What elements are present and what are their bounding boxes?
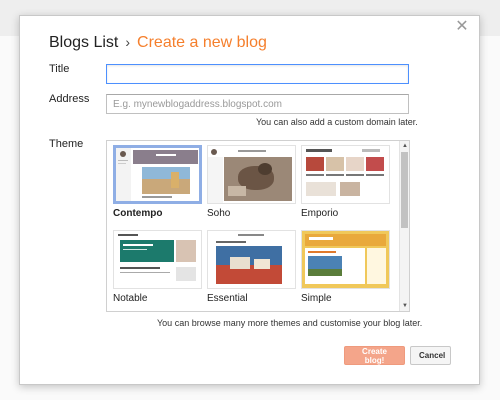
breadcrumb-separator: › [125, 34, 131, 50]
scrollbar-thumb[interactable] [401, 152, 408, 228]
dialog-actions: Create blog! Cancel [344, 346, 451, 365]
theme-soho-preview [207, 145, 296, 204]
close-icon[interactable]: ✕ [455, 19, 469, 35]
breadcrumb-blogs-list[interactable]: Blogs List [49, 34, 118, 51]
theme-name: Simple [301, 293, 332, 304]
scroll-down-arrow-icon[interactable]: ▼ [401, 302, 409, 310]
create-blog-dialog: ✕ Blogs List › Create a new blog Title Add… [19, 15, 480, 385]
title-label: Title [49, 63, 70, 75]
title-input[interactable] [106, 64, 409, 84]
theme-name: Notable [113, 293, 148, 304]
theme-scrollbar[interactable]: ▲ ▼ [399, 141, 409, 311]
theme-name: Contempo [113, 208, 163, 219]
theme-notable[interactable]: Notable [113, 230, 202, 304]
theme-emporio[interactable]: Emporio [301, 145, 390, 219]
theme-essential[interactable]: Essential [207, 230, 296, 304]
theme-label: Theme [49, 138, 84, 150]
theme-name: Emporio [301, 208, 339, 219]
cancel-button[interactable]: Cancel [410, 346, 451, 365]
theme-simple[interactable]: Simple [301, 230, 390, 304]
theme-notable-preview [113, 230, 202, 289]
address-input[interactable] [106, 94, 409, 114]
theme-hint: You can browse many more themes and cust… [157, 318, 423, 328]
theme-contempo[interactable]: Contempo [113, 145, 202, 219]
dialog-heading: Blogs List › Create a new blog [49, 34, 267, 52]
theme-contempo-preview [113, 145, 202, 204]
page-title: Create a new blog [137, 34, 267, 51]
theme-name: Soho [207, 208, 231, 219]
theme-emporio-preview [301, 145, 390, 204]
address-label: Address [49, 93, 90, 105]
theme-picker: Contempo Soho Emporio Notable Essential … [106, 140, 410, 312]
theme-name: Essential [207, 293, 248, 304]
theme-essential-preview [207, 230, 296, 289]
create-blog-button[interactable]: Create blog! [344, 346, 405, 365]
address-hint: You can also add a custom domain later. [256, 117, 418, 127]
scroll-up-arrow-icon[interactable]: ▲ [401, 142, 409, 150]
theme-soho[interactable]: Soho [207, 145, 296, 219]
theme-simple-preview [301, 230, 390, 289]
